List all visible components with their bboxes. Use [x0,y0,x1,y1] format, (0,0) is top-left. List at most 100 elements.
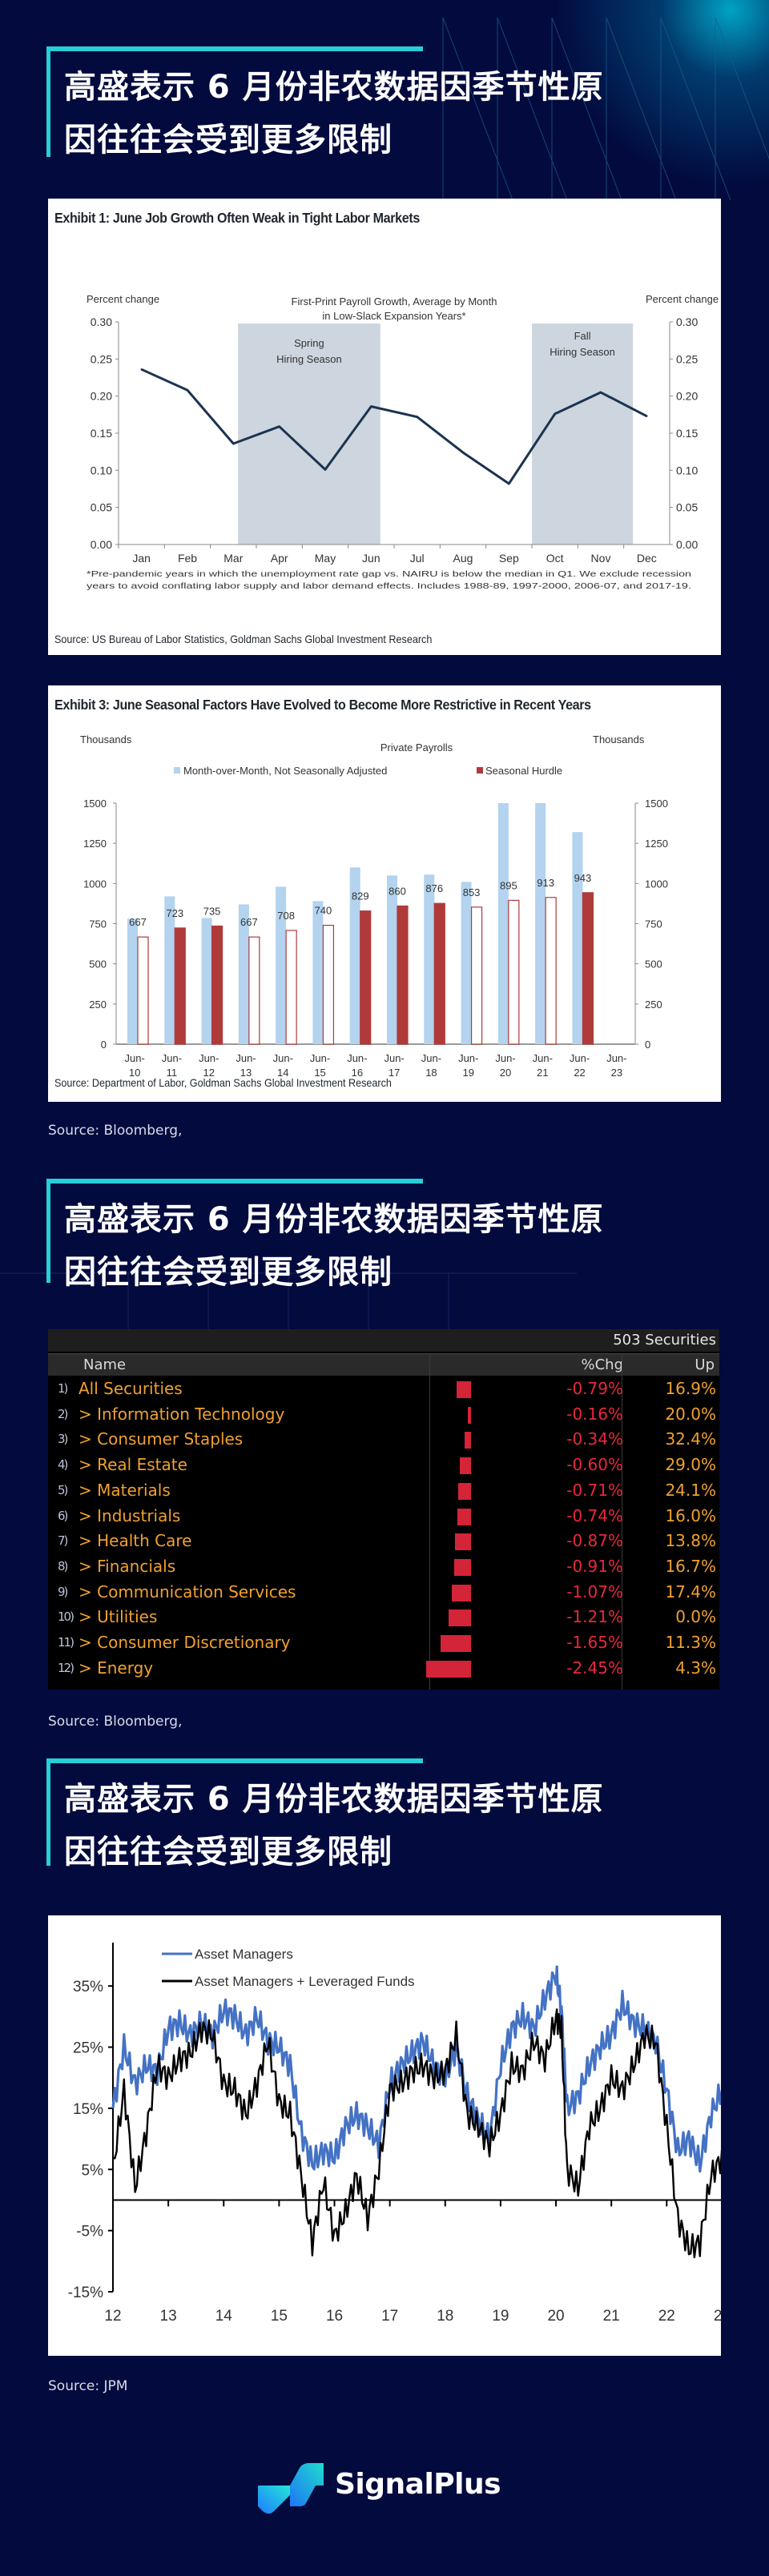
data-point [232,442,235,445]
percent-change: -2.45% [566,1658,623,1678]
x-tick-label: 15 [271,2308,288,2325]
x-tick-label: Jun- [124,1052,144,1064]
data-label: 740 [315,905,332,917]
y-tick-label: 0.05 [91,501,112,514]
sector-name[interactable]: > Financials [79,1557,175,1576]
y-tick-label: 35% [73,1979,103,1995]
y-tick-label: 1000 [645,878,668,890]
column-header-name[interactable]: Name [83,1356,126,1373]
chart-title: First-Print Payroll Growth, Average by M… [292,295,497,307]
sector-name[interactable]: > Real Estate [79,1455,187,1474]
table-row[interactable]: 8) > Financials -0.91% 16.7% [48,1555,719,1581]
bar-seasonal-hurdle [433,902,445,1045]
table-row[interactable]: 1) All Securities -0.79% 16.9% [48,1377,719,1403]
y-tick-label: 0.25 [91,352,112,365]
column-header-up[interactable]: Up [695,1356,715,1373]
percent-change: -0.71% [566,1480,623,1500]
percent-up: 0.0% [675,1607,716,1627]
positioning-chart: -15% -5% 5% 15% 25% 35% 12 13 14 15 16 17 18 19 20 21 22… [68,1943,721,2325]
percent-up: 16.7% [665,1556,716,1576]
x-tick-label: 22 [574,1067,585,1078]
bar-seasonal-hurdle [137,936,149,1045]
section-title: 高盛表示 6 月份非农数据因季节性原 因往往会受到更多限制 [64,61,721,167]
x-tick-label: 17 [381,2308,398,2325]
row-number: 8) [58,1558,68,1573]
exhibit-3-chart: Thousands Thousands Private Payrolls Month-… [80,733,668,1078]
percent-up: 17.4% [665,1581,716,1601]
x-tick-label: 19 [492,2308,509,2325]
bar-nsa [127,918,138,1044]
percent-change: -1.07% [566,1581,623,1601]
y-tick-label: 0.15 [676,427,698,440]
column-header-chg[interactable]: %Chg [581,1356,623,1373]
sector-name[interactable]: > Information Technology [79,1405,284,1424]
change-bar [441,1635,471,1652]
data-point [140,368,143,371]
sector-name[interactable]: All Securities [79,1379,183,1398]
sector-name[interactable]: > Health Care [79,1531,191,1550]
section-title: 高盛表示 6 月份非农数据因季节性原 因往往会受到更多限制 [64,1773,721,1879]
table-row[interactable]: 6) > Industrials -0.74% 16.0% [48,1505,719,1530]
table-row[interactable]: 7) > Health Care -0.87% 13.8% [48,1529,719,1555]
source-label: Source: Bloomberg, [48,1714,183,1730]
x-tick-label: Jun- [273,1052,293,1064]
table-row[interactable]: 2) > Information Technology -0.16% 20.0% [48,1403,719,1429]
legend-label: Seasonal Hurdle [485,765,562,777]
change-bar [456,1381,471,1398]
data-point [646,415,648,417]
table-row[interactable]: 10) > Utilities -1.21% 0.0% [48,1605,719,1631]
row-number: 4) [58,1457,68,1473]
title-line-1: 高盛表示 6 月份非农数据因季节性原 [64,69,604,106]
y-tick-label: 0 [101,1039,107,1051]
accent-bar [46,1758,423,1763]
positioning-chart-card: -15% -5% 5% 15% 25% 35% 12 13 14 15 16 17 18 19 20 21 22… [48,1915,721,2356]
accent-bar [46,1179,423,1184]
y-tick-label: 25% [73,2040,103,2057]
y-axis-label-right: Percent change [646,293,719,305]
x-tick-label: Jun- [199,1052,219,1064]
sector-name[interactable]: > Materials [79,1481,171,1500]
sector-name[interactable]: > Energy [79,1658,153,1678]
data-point [416,416,418,418]
x-tick-label: Jun- [458,1052,478,1064]
sector-name[interactable]: > Consumer Discretionary [79,1633,291,1652]
table-row[interactable]: 12) > Energy -2.45% 4.3% [48,1657,719,1682]
percent-change: -0.91% [566,1556,623,1576]
y-tick-label: 0.05 [676,501,698,514]
sector-name[interactable]: > Communication Services [79,1582,296,1601]
y-tick-label: 0.15 [91,427,112,440]
row-number: 7) [58,1533,68,1549]
data-point [186,389,189,392]
x-tick-label: Apr [271,552,288,565]
y-tick-label: 250 [89,999,107,1011]
table-row[interactable]: 11) > Consumer Discretionary -1.65% 11.3% [48,1631,719,1657]
table-row[interactable]: 5) > Materials -0.71% 24.1% [48,1479,719,1505]
data-point [370,405,372,408]
bar-seasonal-hurdle [174,927,186,1045]
table-row[interactable]: 4) > Real Estate -0.60% 29.0% [48,1453,719,1479]
x-tick-label: Jun- [384,1052,404,1064]
y-tick-label: 0.10 [676,464,698,476]
bar-nsa [497,803,509,1044]
bar-seasonal-hurdle [397,905,409,1045]
x-tick-label: Jun- [236,1052,256,1064]
title-line-1: 高盛表示 6 月份非农数据因季节性原 [64,1781,604,1818]
data-label: 708 [277,910,295,922]
legend-swatch [174,767,180,774]
bar-nsa [424,874,435,1044]
securities-count: 503 Securities [613,1332,716,1348]
bar-nsa [201,918,212,1044]
section-title: 高盛表示 6 月份非农数据因季节性原 因往往会受到更多限制 [64,1193,721,1299]
data-label: 667 [129,916,147,928]
table-row[interactable]: 9) > Communication Services -1.07% 17.4% [48,1581,719,1606]
sector-name[interactable]: > Utilities [79,1607,157,1626]
bar-seasonal-hurdle [211,925,223,1045]
sector-name[interactable]: > Consumer Staples [79,1429,243,1449]
chart-title: Private Payrolls [380,741,453,754]
data-point [508,482,510,485]
table-row[interactable]: 3) > Consumer Staples -0.34% 32.4% [48,1428,719,1453]
data-label: 876 [425,882,443,894]
sector-name[interactable]: > Industrials [79,1506,180,1525]
percent-up: 11.3% [665,1633,716,1652]
x-tick-label: 18 [437,2308,453,2325]
